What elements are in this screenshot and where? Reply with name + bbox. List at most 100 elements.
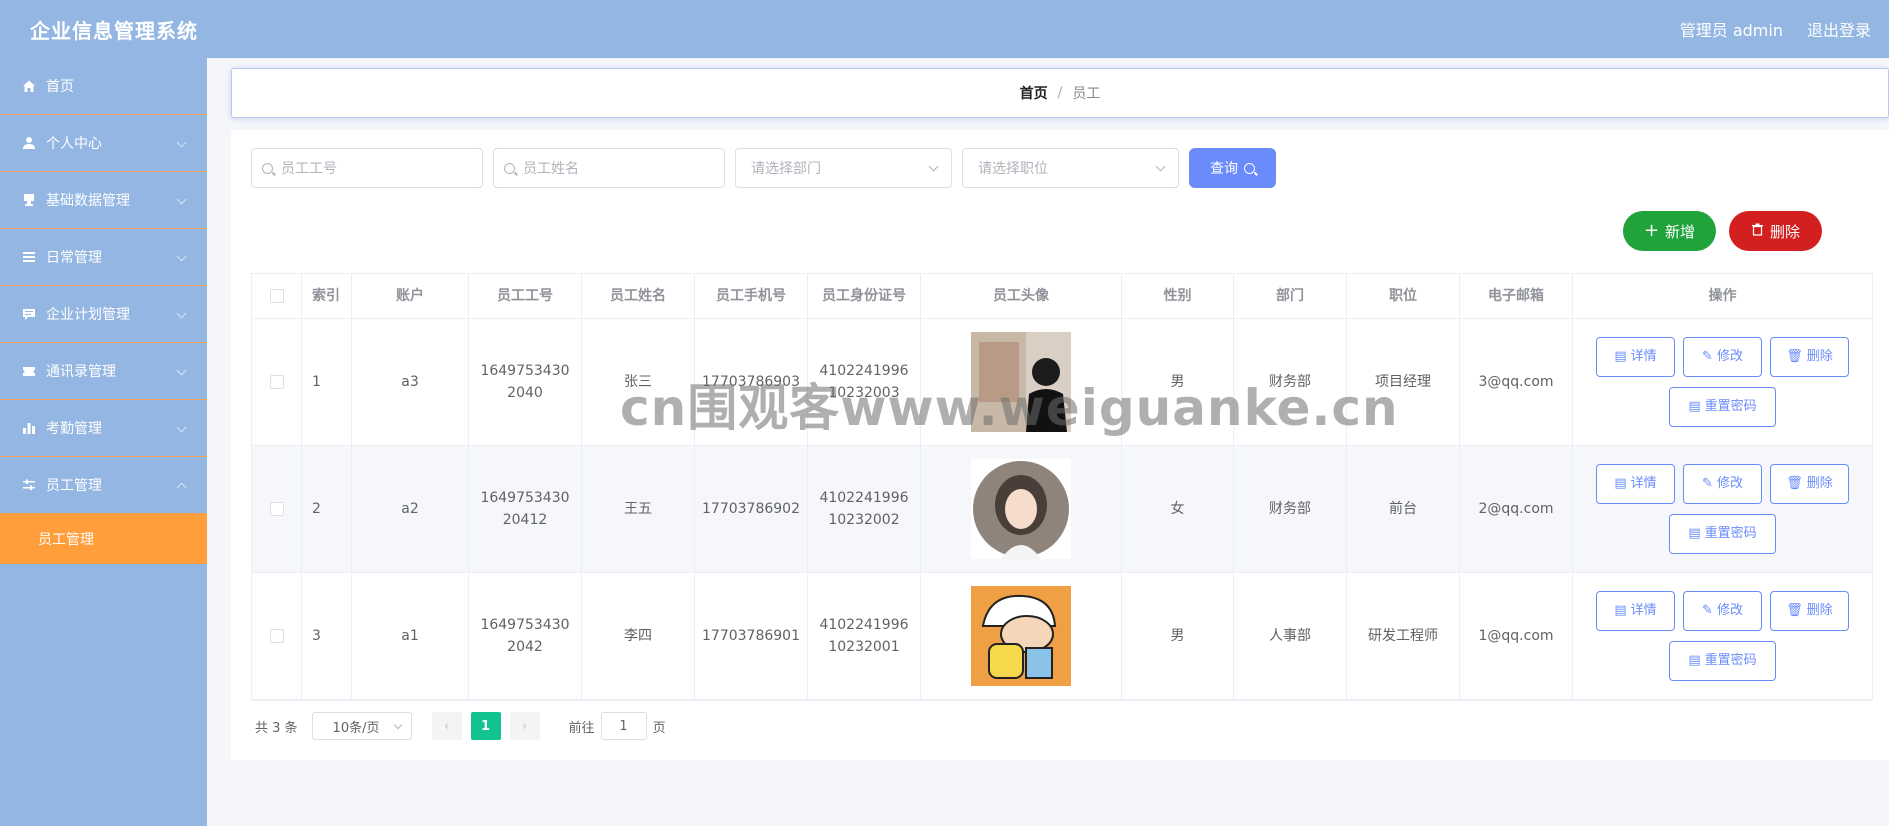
search-icon xyxy=(262,162,273,174)
trash-icon: 🗑 xyxy=(1786,349,1803,364)
detail-label: 详情 xyxy=(1630,603,1657,618)
avatar[interactable] xyxy=(971,332,1071,432)
chevron-down-icon xyxy=(176,365,187,376)
sidebar-item-label: 企业计划管理 xyxy=(46,307,130,323)
sidebar-item-plan[interactable]: 企业计划管理 xyxy=(0,286,207,343)
delete-button[interactable]: 🗑 删除 xyxy=(1770,591,1849,631)
page-size-value: 10条/页 xyxy=(332,720,380,736)
bar-chart-icon xyxy=(22,421,36,435)
header-email: 电子邮箱 xyxy=(1460,274,1573,318)
reset-password-button[interactable]: ▤ 重置密码 xyxy=(1669,387,1776,427)
sidebar-item-profile[interactable]: 个人中心 xyxy=(0,115,207,172)
pencil-icon: ✎ xyxy=(1702,349,1713,364)
goto-label: 前往 xyxy=(568,720,595,736)
emp-name-search-input[interactable]: 员工姓名 xyxy=(493,148,725,188)
bulk-delete-button[interactable]: 删除 xyxy=(1729,211,1822,251)
row-checkbox[interactable] xyxy=(269,629,284,643)
sidebar-item-daily[interactable]: 日常管理 xyxy=(0,229,207,286)
detail-button[interactable]: ▤ 详情 xyxy=(1596,591,1675,631)
sidebar-item-contacts[interactable]: 通讯录管理 xyxy=(0,343,207,400)
position-select[interactable]: 请选择职位 xyxy=(962,148,1179,188)
edit-button[interactable]: ✎ 修改 xyxy=(1683,591,1762,631)
document-icon: ▤ xyxy=(1614,476,1627,491)
cell-dept: 财务部 xyxy=(1234,446,1347,572)
emp-no-placeholder: 员工工号 xyxy=(281,161,337,177)
query-button[interactable]: 查询 xyxy=(1189,148,1276,188)
reset-password-button[interactable]: ▤ 重置密码 xyxy=(1669,514,1776,554)
detail-button[interactable]: ▤ 详情 xyxy=(1596,464,1675,504)
cell-sex: 男 xyxy=(1122,573,1234,699)
delete-label: 删除 xyxy=(1806,349,1833,364)
prev-page-button[interactable]: ‹ xyxy=(431,712,462,740)
cell-name: 李四 xyxy=(582,573,695,699)
delete-button[interactable]: 🗑 删除 xyxy=(1770,337,1849,377)
page-number-1[interactable]: 1 xyxy=(470,712,501,740)
header-position: 职位 xyxy=(1347,274,1460,318)
sidebar: 首页 个人中心 基础数据管理 日常管理 企业计划管理 通讯录管理 考勤管理 员工… xyxy=(0,58,207,826)
chevron-left-icon: ‹ xyxy=(443,718,450,734)
cell-emp-no: 164975343020412 xyxy=(469,446,582,572)
top-header: 企业信息管理系统 管理员 admin 退出登录 xyxy=(0,0,1889,58)
sidebar-item-employee[interactable]: 员工管理 xyxy=(0,457,207,514)
sidebar-item-home[interactable]: 首页 xyxy=(0,58,207,115)
cell-account: a1 xyxy=(352,573,469,699)
detail-button[interactable]: ▤ 详情 xyxy=(1596,337,1675,377)
user-icon xyxy=(22,136,36,150)
sliders-icon xyxy=(22,478,36,492)
add-label: 新增 xyxy=(1665,222,1696,241)
avatar[interactable] xyxy=(971,459,1071,559)
header-phone: 员工手机号 xyxy=(695,274,808,318)
ops-line: ▤ 详情 ✎ 修改 🗑 删除 xyxy=(1596,337,1849,377)
cell-name: 王五 xyxy=(582,446,695,572)
cell-emp-no: 16497534302042 xyxy=(469,573,582,699)
ops-line: ▤ 详情 ✎ 修改 🗑 删除 xyxy=(1596,591,1849,631)
cell-position: 研发工程师 xyxy=(1347,573,1460,699)
avatar[interactable] xyxy=(971,586,1071,686)
emp-no-search-input[interactable]: 员工工号 xyxy=(251,148,483,188)
edit-label: 修改 xyxy=(1716,476,1743,491)
list-icon xyxy=(22,250,36,264)
reset-label: 重置密码 xyxy=(1704,653,1757,668)
stamp-icon xyxy=(22,193,36,207)
sidebar-subitem-employee-management[interactable]: 员工管理 xyxy=(0,514,207,564)
edit-button[interactable]: ✎ 修改 xyxy=(1683,337,1762,377)
header-actions: 管理员 admin 退出登录 xyxy=(1680,17,1871,41)
cell-index: 3 xyxy=(302,573,352,699)
chevron-down-icon xyxy=(1155,161,1166,172)
sidebar-item-attendance[interactable]: 考勤管理 xyxy=(0,400,207,457)
next-page-button[interactable]: › xyxy=(509,712,540,740)
dept-select[interactable]: 请选择部门 xyxy=(735,148,952,188)
page-suffix: 页 xyxy=(652,720,666,736)
row-checkbox[interactable] xyxy=(269,375,284,389)
sidebar-item-label: 日常管理 xyxy=(46,250,102,266)
cell-avatar xyxy=(921,319,1122,445)
position-placeholder: 请选择职位 xyxy=(978,161,1048,177)
delete-button[interactable]: 🗑 删除 xyxy=(1770,464,1849,504)
goto-page-input[interactable]: 1 xyxy=(600,712,647,740)
breadcrumb: 首页 / 员工 xyxy=(231,68,1889,118)
cell-operations: ▤ 详情 ✎ 修改 🗑 删除 ▤ 重置密码 xyxy=(1573,319,1872,445)
page-size-select[interactable]: 10条/页 xyxy=(311,712,412,740)
add-button[interactable]: + 新增 xyxy=(1623,211,1716,251)
row-checkbox-cell xyxy=(252,573,302,699)
cell-index: 1 xyxy=(302,319,352,445)
plus-icon: + xyxy=(1643,220,1660,241)
chevron-down-icon xyxy=(176,137,187,148)
header-dept: 部门 xyxy=(1234,274,1347,318)
select-all-checkbox[interactable] xyxy=(269,289,284,303)
delete-label: 删除 xyxy=(1769,222,1800,241)
row-checkbox[interactable] xyxy=(269,502,284,516)
document-icon: ▤ xyxy=(1688,526,1701,541)
current-user[interactable]: 管理员 admin xyxy=(1680,17,1783,41)
trash-icon: 🗑 xyxy=(1786,603,1803,618)
header-index: 索引 xyxy=(302,274,352,318)
chevron-up-icon xyxy=(176,482,187,493)
cell-position: 前台 xyxy=(1347,446,1460,572)
reset-password-button[interactable]: ▤ 重置密码 xyxy=(1669,641,1776,681)
sidebar-item-label: 通讯录管理 xyxy=(46,364,116,380)
cell-email: 1@qq.com xyxy=(1460,573,1573,699)
breadcrumb-home[interactable]: 首页 xyxy=(1020,83,1048,103)
logout-link[interactable]: 退出登录 xyxy=(1807,17,1871,41)
sidebar-item-basic-data[interactable]: 基础数据管理 xyxy=(0,172,207,229)
edit-button[interactable]: ✎ 修改 xyxy=(1683,464,1762,504)
